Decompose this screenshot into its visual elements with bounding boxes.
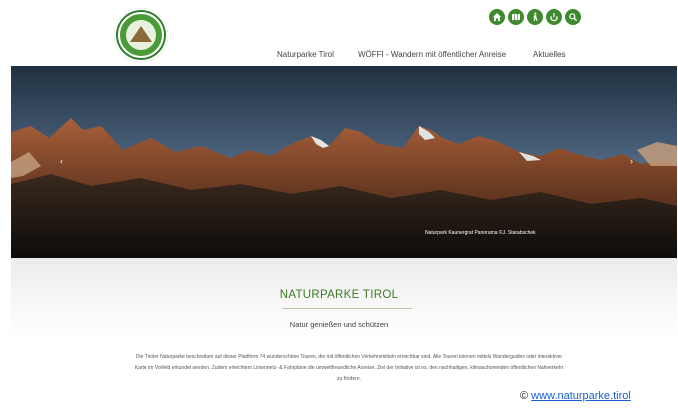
map-icon[interactable] (508, 9, 524, 25)
login-icon[interactable] (546, 9, 562, 25)
credit-link[interactable]: www.naturparke.tirol (531, 390, 631, 402)
mountain-panorama (11, 66, 677, 258)
home-icon[interactable] (489, 9, 505, 25)
intro-description: Die Tiroler Naturparke beschreiben auf d… (134, 354, 564, 382)
hero-caption: Naturpark Kaunergrat Panorama ©J. Starab… (425, 230, 536, 236)
page-subtitle: Natur genießen und schützen (289, 320, 389, 329)
nav-item-aktuelles[interactable]: Aktuelles (533, 50, 565, 59)
hero-panorama-image (11, 66, 677, 258)
copyright-prefix: © (520, 390, 532, 402)
nav-item-naturparke-tirol[interactable]: Naturparke Tirol (277, 50, 334, 59)
page-title: NATURPARKE TIROL (279, 289, 399, 301)
title-divider (282, 308, 412, 309)
header-icon-bar (489, 9, 581, 25)
hiker-icon[interactable] (527, 9, 543, 25)
nav-item-woeffi[interactable]: WÖFFI - Wandern mit öffentlicher Anreise (358, 50, 506, 59)
logo-mountain (130, 26, 152, 42)
hero-prev-arrow[interactable]: ‹ (60, 156, 63, 166)
search-icon[interactable] (565, 9, 581, 25)
main-nav: Naturparke Tirol WÖFFI - Wandern mit öff… (0, 50, 678, 64)
copyright-credit: © www.naturparke.tirol (520, 390, 631, 402)
hero-next-arrow[interactable]: › (630, 156, 633, 166)
